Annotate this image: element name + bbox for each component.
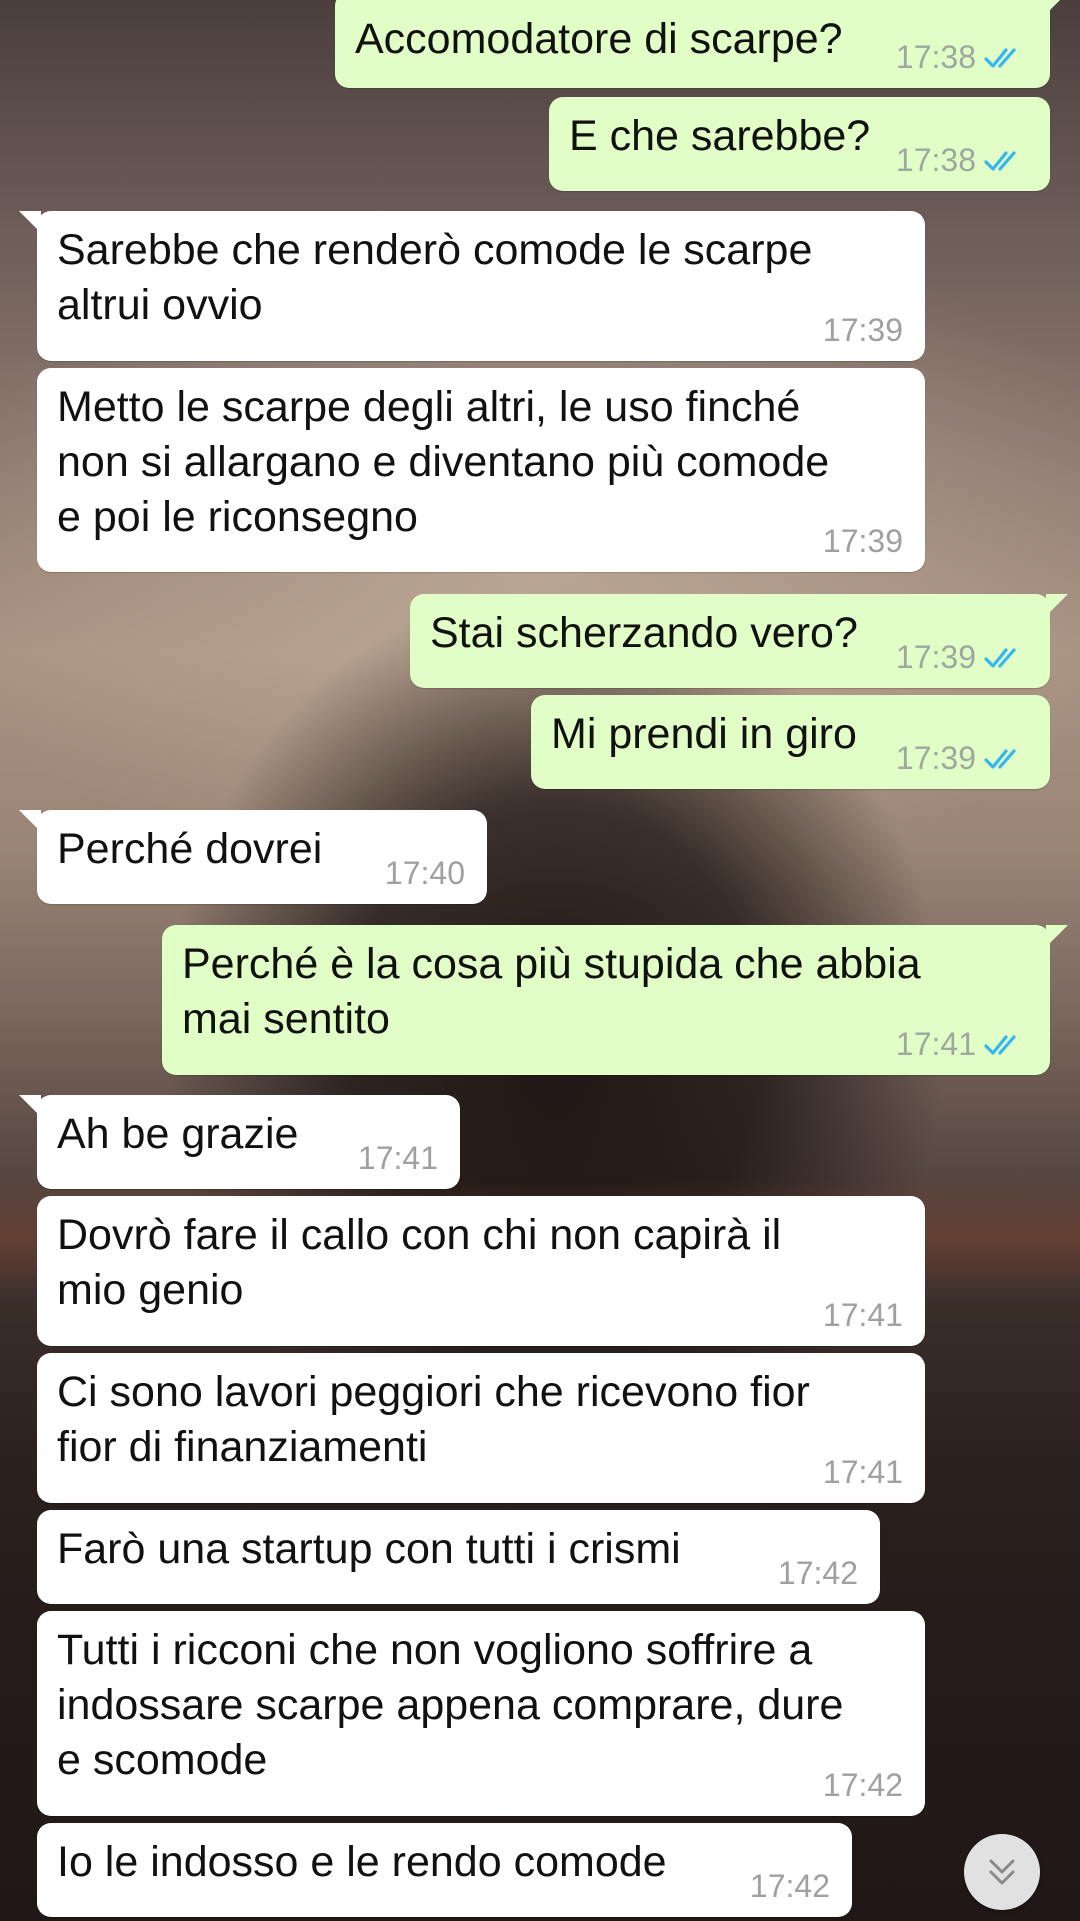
message-outgoing[interactable]: Mi prendi in giro 17:39 — [531, 695, 1050, 789]
double-check-icon — [984, 47, 1016, 68]
message-outgoing[interactable]: E che sarebbe? 17:38 — [549, 97, 1050, 191]
message-text: Io le indosso e le rendo comode — [57, 1838, 667, 1886]
message-meta: 17:42 — [750, 1868, 830, 1905]
message-text: Metto le scarpe degli altri, le uso finc… — [57, 383, 830, 541]
scroll-to-bottom-button[interactable] — [964, 1834, 1040, 1910]
message-time: 17:41 — [357, 1140, 438, 1176]
chat-message-list[interactable]: Accomodatore di scarpe? 17:38 E che sare… — [0, 0, 1080, 1921]
message-outgoing[interactable]: Perché è la cosa più stupida che abbia m… — [162, 925, 1068, 1075]
chevron-down-double-icon — [989, 1859, 1015, 1885]
message-outgoing[interactable]: Accomodatore di scarpe? 17:38 — [335, 0, 1068, 88]
message-meta: 17:39 — [896, 740, 1028, 777]
double-check-icon — [984, 647, 1016, 668]
message-time: 17:38 — [895, 39, 976, 75]
message-incoming[interactable]: Tutti i ricconi che non vogliono soffrir… — [37, 1611, 925, 1816]
message-meta: 17:39 — [823, 312, 903, 349]
message-time: 17:39 — [822, 523, 903, 559]
message-time: 17:42 — [822, 1767, 903, 1803]
message-meta: 17:42 — [823, 1767, 903, 1804]
message-meta: 17:38 — [896, 39, 1028, 76]
message-time: 17:39 — [895, 740, 976, 776]
message-incoming[interactable]: Perché dovrei 17:40 — [19, 810, 487, 904]
message-meta: 17:39 — [896, 639, 1028, 676]
message-incoming[interactable]: Sarebbe che renderò comode le scarpe alt… — [19, 211, 925, 361]
message-text: Dovrò fare il callo con chi non capirà i… — [57, 1211, 782, 1314]
message-time: 17:39 — [822, 312, 903, 348]
message-time: 17:38 — [895, 142, 976, 178]
double-check-icon — [984, 1034, 1016, 1055]
double-check-icon — [984, 150, 1016, 171]
message-meta: 17:38 — [896, 142, 1028, 179]
message-meta: 17:41 — [823, 1454, 903, 1491]
message-time: 17:41 — [822, 1454, 903, 1490]
message-meta: 17:41 — [823, 1297, 903, 1334]
message-time: 17:41 — [895, 1026, 976, 1062]
message-time: 17:42 — [777, 1555, 858, 1591]
message-incoming[interactable]: Io le indosso e le rendo comode 17:42 — [37, 1823, 852, 1917]
message-incoming[interactable]: Farò una startup con tutti i crismi 17:4… — [37, 1510, 880, 1604]
message-incoming[interactable]: Ah be grazie 17:41 — [19, 1095, 460, 1189]
message-incoming[interactable]: Metto le scarpe degli altri, le uso finc… — [37, 368, 925, 572]
message-meta: 17:41 — [896, 1026, 1028, 1063]
message-meta: 17:40 — [385, 855, 465, 892]
message-time: 17:39 — [895, 639, 976, 675]
message-meta: 17:39 — [823, 523, 903, 560]
message-time: 17:42 — [749, 1868, 830, 1904]
message-incoming[interactable]: Ci sono lavori peggiori che ricevono fio… — [37, 1353, 925, 1503]
message-meta: 17:42 — [778, 1555, 858, 1592]
message-incoming[interactable]: Dovrò fare il callo con chi non capirà i… — [37, 1196, 925, 1346]
message-text: Farò una startup con tutti i crismi — [57, 1525, 681, 1573]
double-check-icon — [984, 748, 1016, 769]
message-time: 17:40 — [384, 855, 465, 891]
message-text: Ci sono lavori peggiori che ricevono fio… — [57, 1368, 810, 1471]
message-outgoing[interactable]: Stai scherzando vero? 17:39 — [410, 594, 1068, 688]
message-text: Tutti i ricconi che non vogliono soffrir… — [57, 1626, 844, 1784]
message-time: 17:41 — [822, 1297, 903, 1333]
message-meta: 17:41 — [358, 1140, 438, 1177]
message-text: Sarebbe che renderò comode le scarpe alt… — [57, 226, 813, 329]
